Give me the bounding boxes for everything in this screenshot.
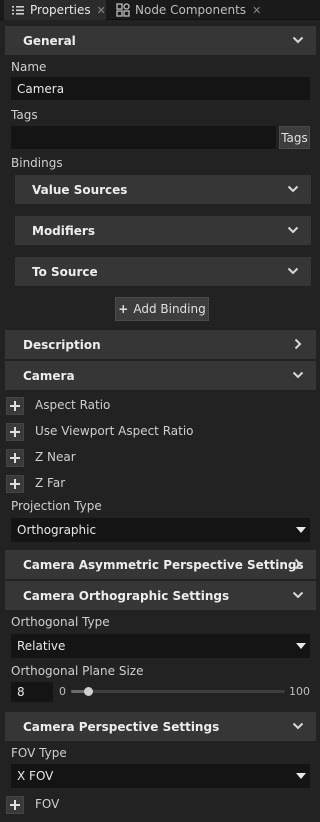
section-orthographic-title: Camera Orthographic Settings xyxy=(23,588,230,603)
projection-type-select[interactable]: Orthographic xyxy=(11,518,310,542)
add-binding-button[interactable]: + Add Binding xyxy=(115,297,209,321)
slider-thumb[interactable] xyxy=(84,687,93,696)
close-icon[interactable]: ✕ xyxy=(97,4,106,17)
value-sources-title: Value Sources xyxy=(32,182,128,197)
caret-down-icon xyxy=(296,643,306,649)
plus-icon xyxy=(10,401,20,411)
chevron-down-icon xyxy=(287,226,299,234)
slider-min-label: 0 xyxy=(59,685,66,698)
tab-node-components[interactable]: Node Components ✕ xyxy=(112,0,262,20)
slider-max-label: 100 xyxy=(289,685,310,698)
tab-properties[interactable]: Properties ✕ xyxy=(4,0,106,20)
tags-field[interactable] xyxy=(11,126,276,149)
tags-button[interactable]: Tags xyxy=(279,126,310,149)
plus-icon xyxy=(10,427,20,437)
orthogonal-type-select[interactable]: Relative xyxy=(11,634,310,658)
add-fov-button[interactable] xyxy=(6,796,24,814)
use-viewport-aspect-ratio-label: Use Viewport Aspect Ratio xyxy=(35,424,194,438)
section-general-title: General xyxy=(23,33,76,48)
plus-icon xyxy=(10,453,20,463)
fov-type-value: X FOV xyxy=(17,769,54,783)
value-sources-header[interactable]: Value Sources xyxy=(15,175,311,204)
orthogonal-type-value: Relative xyxy=(17,639,66,653)
close-icon[interactable]: ✕ xyxy=(252,4,261,17)
list-icon xyxy=(12,6,24,15)
section-orthographic[interactable]: Camera Orthographic Settings xyxy=(5,581,316,610)
section-description-title: Description xyxy=(23,337,101,352)
tab-bar: Properties ✕ Node Components ✕ xyxy=(0,0,320,20)
fov-type-label: FOV Type xyxy=(11,746,67,760)
tab-node-components-label: Node Components xyxy=(135,3,247,17)
orthogonal-type-label: Orthogonal Type xyxy=(11,615,110,629)
add-z-far-button[interactable] xyxy=(6,475,24,493)
chevron-down-icon xyxy=(292,591,304,599)
section-camera[interactable]: Camera xyxy=(5,361,316,390)
slider-track xyxy=(71,690,285,693)
plane-size-field[interactable]: 8 xyxy=(11,682,53,702)
chevron-right-icon xyxy=(294,558,302,570)
section-general[interactable]: General xyxy=(5,26,316,55)
chevron-down-icon xyxy=(292,36,304,44)
section-description[interactable]: Description xyxy=(5,330,316,359)
plus-icon: + xyxy=(118,302,129,316)
to-source-title: To Source xyxy=(32,264,98,279)
fov-type-select[interactable]: X FOV xyxy=(11,764,310,788)
section-perspective[interactable]: Camera Perspective Settings xyxy=(5,712,316,741)
projection-type-value: Orthographic xyxy=(17,523,97,537)
modifiers-title: Modifiers xyxy=(32,223,95,238)
chevron-down-icon xyxy=(292,722,304,730)
section-asymmetric-perspective-title: Camera Asymmetric Perspective Settings xyxy=(23,557,304,572)
add-binding-label: Add Binding xyxy=(133,302,206,316)
projection-type-label: Projection Type xyxy=(11,499,102,513)
plus-icon xyxy=(10,479,20,489)
plane-size-label: Orthogonal Plane Size xyxy=(11,664,144,678)
section-camera-title: Camera xyxy=(23,368,75,383)
caret-down-icon xyxy=(296,773,306,779)
chevron-down-icon xyxy=(287,185,299,193)
z-far-label: Z Far xyxy=(35,476,66,490)
z-near-label: Z Near xyxy=(35,450,76,464)
plane-size-slider[interactable] xyxy=(71,682,285,702)
tab-properties-label: Properties xyxy=(30,3,91,17)
caret-down-icon xyxy=(296,527,306,533)
name-field[interactable]: Camera xyxy=(11,77,310,100)
section-perspective-title: Camera Perspective Settings xyxy=(23,719,220,734)
chevron-right-icon xyxy=(294,338,302,350)
modifiers-header[interactable]: Modifiers xyxy=(15,216,311,245)
add-aspect-ratio-button[interactable] xyxy=(6,397,24,415)
chevron-down-icon xyxy=(287,267,299,275)
to-source-header[interactable]: To Source xyxy=(15,257,311,286)
section-asymmetric-perspective[interactable]: Camera Asymmetric Perspective Settings xyxy=(5,550,316,579)
add-use-viewport-aspect-ratio-button[interactable] xyxy=(6,423,24,441)
fov-label: FOV xyxy=(35,797,60,811)
tags-label: Tags xyxy=(11,108,38,122)
plus-icon xyxy=(10,800,20,810)
name-label: Name xyxy=(11,60,47,74)
aspect-ratio-label: Aspect Ratio xyxy=(35,398,111,412)
bindings-label: Bindings xyxy=(11,156,63,170)
add-z-near-button[interactable] xyxy=(6,449,24,467)
chevron-down-icon xyxy=(292,371,304,379)
components-icon xyxy=(116,3,130,17)
